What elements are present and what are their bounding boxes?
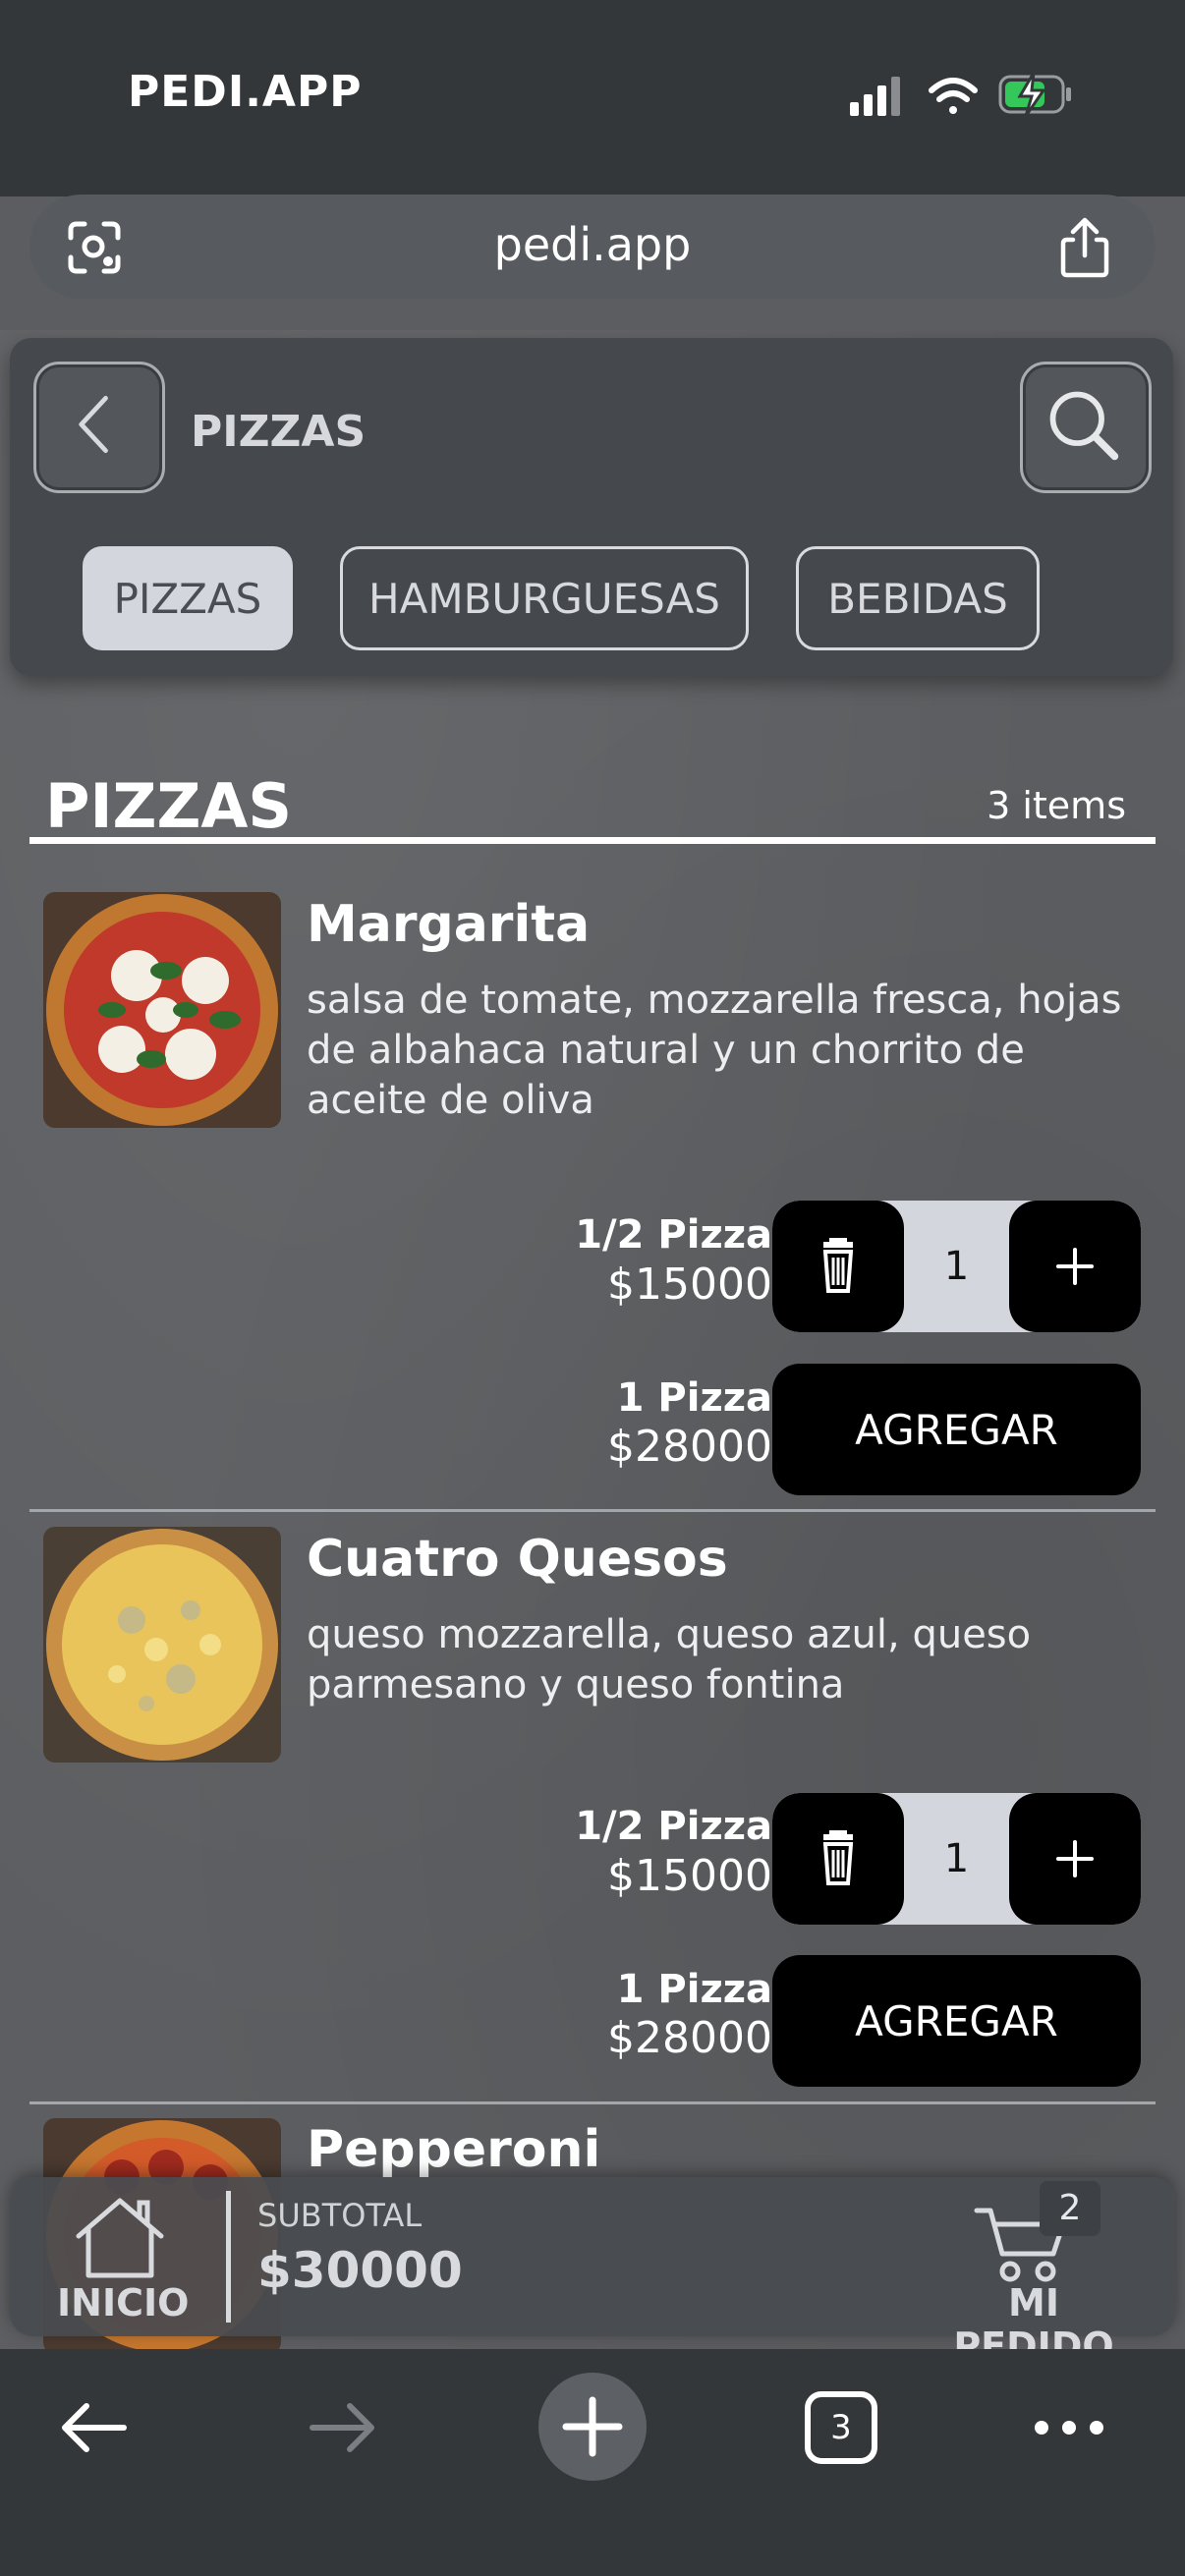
tabs-count[interactable]: 3: [802, 2388, 880, 2467]
url-bar[interactable]: pedi.app: [29, 195, 1156, 299]
browser-toolbar: 3: [0, 2349, 1185, 2576]
status-bar: PEDI.APP: [0, 0, 1185, 196]
back-arrow-icon[interactable]: [55, 2388, 134, 2467]
battery-charging-icon: [998, 72, 1071, 117]
order-bar: INICIO SUBTOTAL $30000 2 MI PEDIDO: [10, 2177, 1175, 2368]
product-name: Pepperoni: [307, 2120, 601, 2179]
order-bar-divider: [226, 2191, 231, 2323]
new-tab-icon[interactable]: [538, 2373, 647, 2481]
subtotal-label: SUBTOTAL: [257, 2197, 423, 2234]
cart-count-badge: 2: [1040, 2181, 1100, 2236]
forward-arrow-icon: [310, 2403, 374, 2452]
home-icon[interactable]: [71, 2193, 169, 2281]
home-button-label[interactable]: INICIO: [57, 2281, 189, 2324]
subtotal-value: $30000: [257, 2242, 463, 2299]
carrier-label: PEDI.APP: [128, 67, 363, 117]
share-icon[interactable]: [1055, 216, 1114, 279]
wifi-icon: [929, 78, 978, 114]
product-pepperoni: Pepperoni: [0, 330, 1185, 2349]
url-text[interactable]: pedi.app: [29, 218, 1156, 271]
more-icon[interactable]: [1030, 2388, 1108, 2467]
status-icons: [850, 72, 1071, 117]
signal-icon: [850, 77, 900, 116]
page-content[interactable]: PIZZAS PIZZAS HAMBURGUESAS BEBIDAS PIZZA…: [0, 330, 1185, 2349]
